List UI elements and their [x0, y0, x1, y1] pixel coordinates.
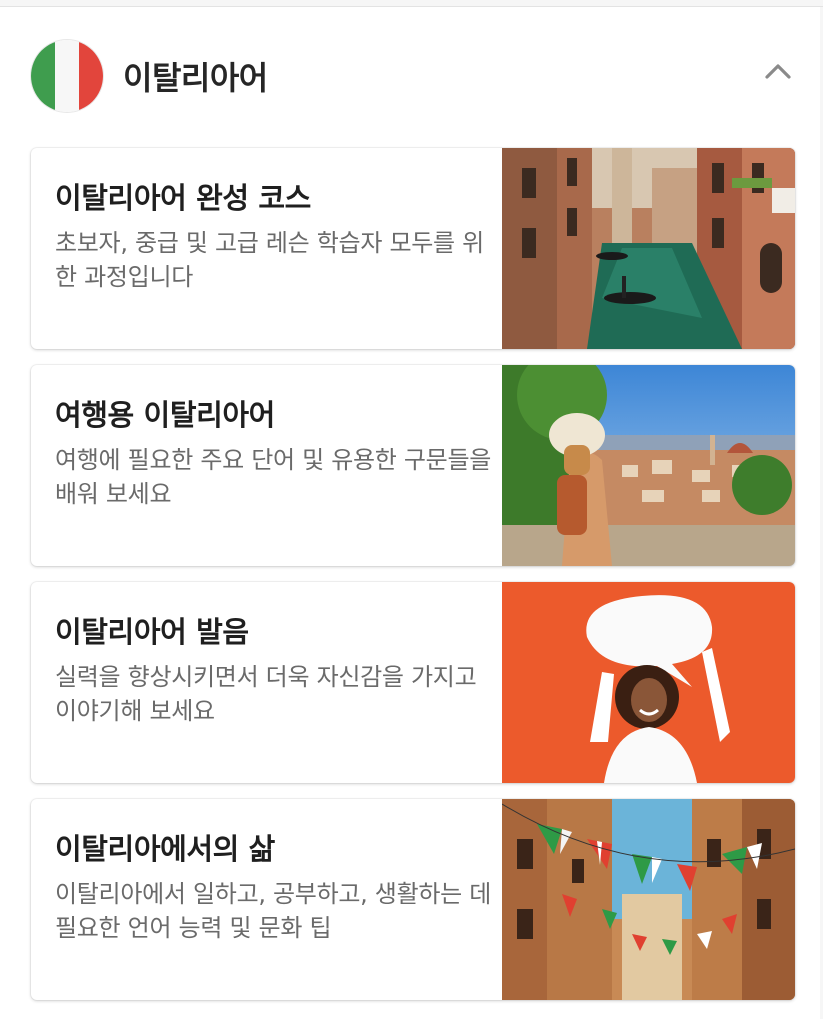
course-title: 이탈리아어 발음 — [55, 615, 249, 649]
chevron-up-icon[interactable] — [763, 61, 793, 81]
course-description: 이탈리아에서 일하고, 공부하고, 생활하는 데 필요한 언어 능력 및 문화 … — [55, 880, 492, 942]
traveler-florence-view-photo — [502, 365, 795, 566]
italy-flag-icon — [31, 40, 103, 112]
course-description: 여행에 필요한 주요 단어 및 유용한 구문들을 배워 보세요 — [55, 446, 492, 508]
woman-speech-bubble-photo — [502, 582, 795, 783]
venice-canal-gondola-photo — [502, 148, 795, 349]
italian-street-flags-photo — [502, 799, 795, 1000]
language-header[interactable]: 이탈리아어 — [31, 33, 801, 113]
course-title: 이탈리아어 완성 코스 — [55, 181, 311, 215]
course-title: 여행용 이탈리아어 — [55, 398, 275, 432]
language-title: 이탈리아어 — [123, 59, 268, 97]
course-card-travel[interactable]: 여행용 이탈리아어 여행에 필요한 주요 단어 및 유용한 구문들을 배워 보세… — [31, 365, 795, 566]
course-description: 초보자, 중급 및 고급 레슨 학습자 모두를 위한 과정입니다 — [55, 229, 484, 291]
course-description: 실력을 향상시키면서 더욱 자신감을 가지고 이야기해 보세요 — [55, 663, 477, 725]
course-card-pronunciation[interactable]: 이탈리아어 발음 실력을 향상시키면서 더욱 자신감을 가지고 이야기해 보세요 — [31, 582, 795, 783]
course-card-complete[interactable]: 이탈리아어 완성 코스 초보자, 중급 및 고급 레슨 학습자 모두를 위한 과… — [31, 148, 795, 349]
course-title: 이탈리아에서의 삶 — [55, 832, 275, 866]
course-card-life[interactable]: 이탈리아에서의 삶 이탈리아에서 일하고, 공부하고, 생활하는 데 필요한 언… — [31, 799, 795, 1000]
